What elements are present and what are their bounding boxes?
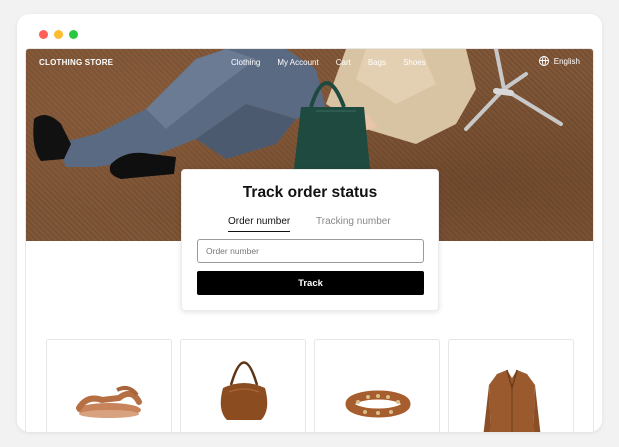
product-card-jacket[interactable] (448, 339, 574, 432)
nav-link-cart[interactable]: Cart (336, 58, 351, 67)
browser-window: CLOTHING STORE Clothing My Account Cart … (17, 14, 602, 432)
tab-order-number[interactable]: Order number (228, 216, 291, 232)
globe-icon (538, 56, 549, 66)
nav-link-shoes[interactable]: Shoes (403, 58, 426, 67)
product-card-hobo-bag[interactable] (180, 339, 306, 432)
top-navigation: CLOTHING STORE Clothing My Account Cart … (26, 49, 593, 77)
nav-link-bags[interactable]: Bags (368, 58, 386, 67)
brand-logo[interactable]: CLOTHING STORE (39, 58, 113, 67)
sandal-image (76, 385, 142, 418)
window-controls (39, 30, 78, 39)
track-order-title: Track order status (242, 184, 378, 201)
page-viewport: CLOTHING STORE Clothing My Account Cart … (25, 48, 594, 432)
jacket-image (483, 369, 541, 432)
nav-links: Clothing My Account Cart Bags Shoes (231, 58, 426, 67)
language-selector[interactable]: English (538, 56, 580, 66)
product-card-belt[interactable] (314, 339, 440, 432)
belt-image (345, 390, 411, 418)
minimize-window-button[interactable] (54, 30, 63, 39)
nav-link-my-account[interactable]: My Account (277, 58, 318, 67)
product-grid (46, 339, 574, 432)
product-card-sandal[interactable] (46, 339, 172, 432)
close-window-button[interactable] (39, 30, 48, 39)
nav-link-clothing[interactable]: Clothing (231, 58, 260, 67)
hobo-bag-image (220, 361, 268, 420)
order-number-input[interactable] (197, 239, 424, 263)
language-label: English (553, 56, 580, 66)
tab-tracking-number[interactable]: Tracking number (316, 216, 391, 231)
track-button[interactable]: Track (197, 271, 424, 295)
zoom-window-button[interactable] (69, 30, 78, 39)
lookup-tabs: Order number Tracking number (182, 216, 438, 234)
track-order-card: Track order status Order number Tracking… (181, 169, 439, 311)
